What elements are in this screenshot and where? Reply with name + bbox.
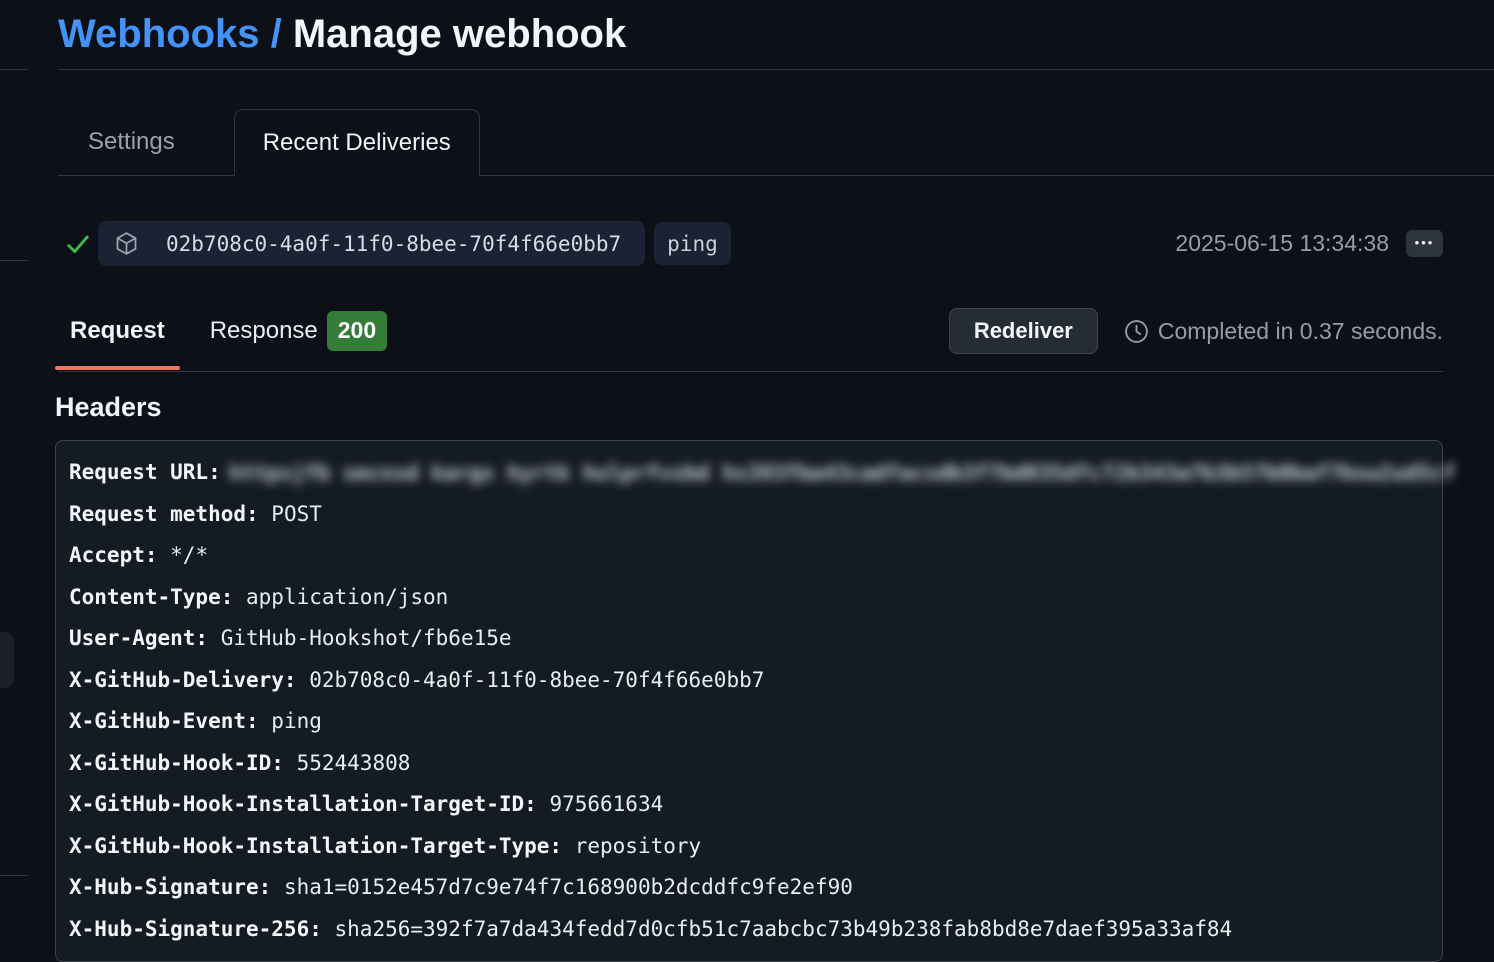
header-name: X-Hub-Signature: xyxy=(69,875,271,899)
tab-settings[interactable]: Settings xyxy=(58,109,205,175)
header-row: X-GitHub-Hook-Installation-Target-Type: … xyxy=(69,826,1442,868)
delivery-guid-chip[interactable]: 02b708c0-4a0f-11f0-8bee-70f4f66e0bb7 xyxy=(98,221,645,266)
webhook-tabnav: Settings Recent Deliveries xyxy=(58,109,1494,176)
header-row: X-GitHub-Event: ping xyxy=(69,701,1442,743)
header-name: Content-Type: xyxy=(69,585,233,609)
header-name: X-GitHub-Event: xyxy=(69,709,259,733)
header-value: ping xyxy=(259,709,322,733)
header-name: X-GitHub-Hook-Installation-Target-Type: xyxy=(69,834,562,858)
header-row: Content-Type: application/json xyxy=(69,577,1442,619)
header-row: Request URL:httpsjfb smcnsd kargs hyrtk … xyxy=(69,452,1442,494)
active-tab-underline xyxy=(55,366,180,370)
delivery-row[interactable]: 02b708c0-4a0f-11f0-8bee-70f4f66e0bb7 pin… xyxy=(58,221,1443,266)
header-name: X-GitHub-Hook-Installation-Target-ID: xyxy=(69,792,537,816)
tab-recent-deliveries[interactable]: Recent Deliveries xyxy=(234,109,480,176)
header-value: POST xyxy=(259,502,322,526)
delivery-options-button[interactable]: ••• xyxy=(1406,230,1443,257)
header-value: GitHub-Hookshot/fb6e15e xyxy=(208,626,511,650)
sidebar-sliver xyxy=(0,0,28,962)
header-row: X-GitHub-Hook-ID: 552443808 xyxy=(69,743,1442,785)
header-value: 975661634 xyxy=(537,792,663,816)
completed-duration-text: Completed in 0.37 seconds. xyxy=(1158,318,1443,345)
response-status-badge: 200 xyxy=(327,311,387,351)
header-row: X-Hub-Signature: sha1=0152e457d7c9e74f7c… xyxy=(69,867,1442,909)
main-content: Webhooks / Manage webhook Settings Recen… xyxy=(58,0,1494,962)
header-name: Request method: xyxy=(69,502,259,526)
delivery-event-badge: ping xyxy=(654,222,731,265)
breadcrumb-webhooks-link[interactable]: Webhooks xyxy=(58,12,260,56)
header-name: User-Agent: xyxy=(69,626,208,650)
headers-section-title: Headers xyxy=(55,392,1494,423)
header-row: X-Hub-Signature-256: sha256=392f7a7da434… xyxy=(69,909,1442,951)
delivery-timestamp: 2025-06-15 13:34:38 xyxy=(1175,230,1389,257)
header-row: X-GitHub-Hook-Installation-Target-ID: 97… xyxy=(69,784,1442,826)
delivery-actions: Redeliver Completed in 0.37 seconds. xyxy=(949,308,1443,354)
package-icon xyxy=(113,230,140,257)
tab-request[interactable]: Request xyxy=(70,317,165,345)
header-value: sha1=0152e457d7c9e74f7c168900b2dcddfc9fe… xyxy=(271,875,853,899)
tab-response-label: Response xyxy=(210,317,318,345)
header-value: sha256=392f7a7da434fedd7d0cfb51c7aabcbc7… xyxy=(322,917,1232,941)
delivery-guid: 02b708c0-4a0f-11f0-8bee-70f4f66e0bb7 xyxy=(166,232,621,256)
sidebar-divider xyxy=(0,260,28,261)
header-value: repository xyxy=(562,834,701,858)
tab-request-label: Request xyxy=(70,317,165,344)
clock-icon xyxy=(1124,319,1149,344)
header-name: Request URL: xyxy=(69,460,221,484)
header-name: X-GitHub-Delivery: xyxy=(69,668,297,692)
header-divider xyxy=(58,69,1494,70)
tab-response[interactable]: Response 200 xyxy=(210,311,387,351)
header-row: X-GitHub-Delivery: 02b708c0-4a0f-11f0-8b… xyxy=(69,660,1442,702)
headers-code-block[interactable]: Request URL:httpsjfb smcnsd kargs hyrtk … xyxy=(55,440,1443,962)
request-response-bar: Request Response 200 Redeliver Completed… xyxy=(58,307,1443,355)
breadcrumb-current: Manage webhook xyxy=(293,12,626,56)
sidebar-selected-item[interactable] xyxy=(0,632,14,688)
redacted-request-url: httpsjfb smcnsd kargs hyrtk hulprfvsbd h… xyxy=(229,455,1454,491)
page-title: Webhooks / Manage webhook xyxy=(58,10,1494,58)
success-check-icon xyxy=(65,231,91,257)
header-row: User-Agent: GitHub-Hookshot/fb6e15e xyxy=(69,618,1442,660)
sidebar-divider xyxy=(0,69,28,70)
header-name: X-Hub-Signature-256: xyxy=(69,917,322,941)
header-row: Accept: */* xyxy=(69,535,1442,577)
header-name: Accept: xyxy=(69,543,158,567)
header-value: 552443808 xyxy=(284,751,410,775)
detail-divider xyxy=(58,371,1443,372)
delivery-meta: 2025-06-15 13:34:38 ••• xyxy=(1175,230,1443,257)
breadcrumb-separator: / xyxy=(260,12,293,56)
header-value: application/json xyxy=(233,585,448,609)
redeliver-button[interactable]: Redeliver xyxy=(949,308,1098,354)
header-row: Request method: POST xyxy=(69,494,1442,536)
sidebar-divider xyxy=(0,875,28,876)
header-value: */* xyxy=(158,543,209,567)
header-value: 02b708c0-4a0f-11f0-8bee-70f4f66e0bb7 xyxy=(297,668,765,692)
header-name: X-GitHub-Hook-ID: xyxy=(69,751,284,775)
